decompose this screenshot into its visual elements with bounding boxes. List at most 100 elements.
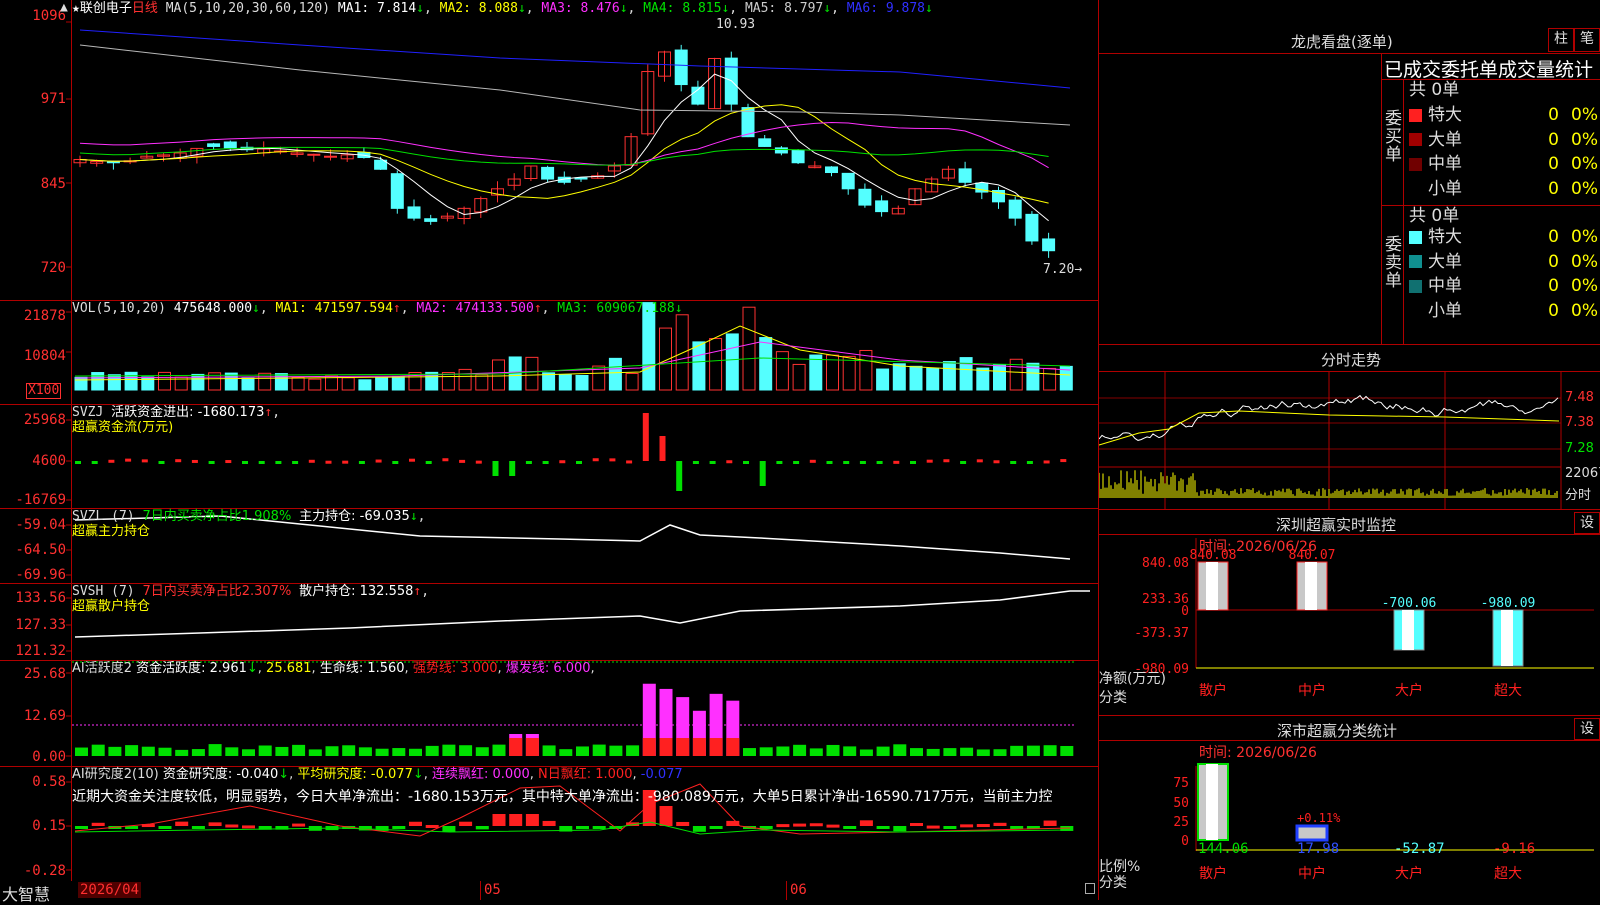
research-bar <box>492 814 506 826</box>
outflow-bar <box>392 461 399 464</box>
outflow-bar <box>292 461 299 464</box>
research-bar <box>776 824 790 828</box>
activity-bar <box>943 748 957 756</box>
activity-bar <box>843 746 857 756</box>
order-type-label: 大单 <box>1428 129 1462 150</box>
activity-bar-base <box>509 738 523 756</box>
bar-value: 840.08 <box>1190 548 1237 563</box>
inflow-bar <box>459 459 466 463</box>
high-price-mark: 10.93 <box>716 17 756 32</box>
inflow-bar <box>642 413 649 461</box>
y-tick: 127.33 <box>15 617 66 633</box>
inflow-bar <box>375 459 382 463</box>
scroll-up-icon[interactable]: ▲ <box>60 0 68 15</box>
y-tick: 0.00 <box>32 749 66 765</box>
research-bar <box>826 824 840 828</box>
activity-bar <box>258 745 272 756</box>
ma5-line <box>79 44 1071 126</box>
volume-bar <box>158 371 171 391</box>
bar-value: -700.06 <box>1382 596 1437 611</box>
activity-bar <box>993 749 1007 756</box>
activity-bar-base <box>692 738 706 756</box>
ai-active-panel[interactable]: 25.68 12.69 0.00 AI活跃度2 资金活跃度: 2.961↓, 2… <box>0 660 1098 767</box>
y-tick: -373.37 <box>1134 626 1189 641</box>
candle-down <box>858 188 872 206</box>
y-tick: 133.56 <box>15 590 66 606</box>
inflow-bar <box>893 460 900 464</box>
outflow-bar <box>208 461 215 464</box>
ai-research-panel[interactable]: 0.58 0.15 -0.28 AI研究度2(10) 资金研究度: -0.040… <box>0 766 1098 882</box>
inflow-bar <box>1043 460 1050 464</box>
research-bar <box>459 821 473 826</box>
buy-side-label: 委买单 <box>1385 109 1402 165</box>
activity-bar <box>308 749 322 756</box>
order-type-label: 特大 <box>1428 105 1462 125</box>
order-percent: 0% <box>1571 154 1598 174</box>
svzj-subtitle: 超赢资金流(万元) <box>72 420 174 435</box>
legend-swatch <box>1409 304 1422 317</box>
volume-bar <box>709 338 723 391</box>
research-bar <box>793 823 807 827</box>
outflow-bar <box>525 461 532 464</box>
volume-bar <box>1043 367 1057 391</box>
period-label[interactable]: 日线 <box>132 1 158 16</box>
candlestick-panel[interactable]: 1096 971 845 720 ▲ ★联创电子日线 MA(5,10,20,30… <box>0 0 1098 301</box>
order-row-大单: 大单 0 0% <box>1409 251 1598 273</box>
order-count: 0 <box>1548 129 1559 150</box>
svsh-panel[interactable]: 133.56 127.33 121.32 SVSH (7) 7日内买卖净占比2.… <box>0 583 1098 661</box>
outflow-bar <box>843 461 850 464</box>
candle-up <box>324 155 337 158</box>
candlestick-chart[interactable] <box>0 0 1098 300</box>
inflow-bar <box>993 460 1000 464</box>
order-type-label: 中单 <box>1428 154 1462 174</box>
inflow-bar <box>225 460 232 464</box>
date-label: 06 <box>790 882 807 898</box>
ma2-line <box>79 104 1049 204</box>
outflow-bar <box>776 461 783 464</box>
order-row-特大: 特大 0 0% <box>1409 104 1598 126</box>
legend-swatch <box>1409 133 1422 146</box>
activity-bar <box>475 747 489 756</box>
y-tick: -59.04 <box>15 517 66 533</box>
intraday-panel[interactable]: 分时走势 7.48 7.38 7.28 22067 分时 <box>1099 345 1600 510</box>
outflow-bar <box>876 461 883 464</box>
inflow-bar <box>609 458 616 462</box>
outflow-bar <box>960 461 967 464</box>
activity-bar <box>592 744 606 756</box>
ma4-value: MA4: 8.815 <box>643 1 722 16</box>
ratio-bar-highlight <box>1206 764 1218 840</box>
volume-bar <box>993 364 1006 391</box>
outflow-bar <box>910 461 916 464</box>
intraday-corner-label: 分时 <box>1565 488 1592 503</box>
stock-name[interactable]: 联创电子 <box>80 1 132 16</box>
volume-panel[interactable]: 21878 10804 X100 VOL(5,10,20) 475648.000… <box>0 300 1098 405</box>
lock-icon[interactable] <box>1085 883 1095 894</box>
order-stats-panel: 龙虎看盘(逐单) 柱 笔 已成交委托单成交量统计 委买单 委卖单 共 0单 共 … <box>1099 0 1600 345</box>
svzj-panel[interactable]: 25968 4600 -16769 SVZJ 活跃资金进出: -1680.173… <box>0 404 1098 509</box>
activity-bar <box>1060 745 1074 756</box>
ma6-value: MA6: 9.878 <box>846 1 925 16</box>
intraday-chart[interactable] <box>1099 345 1600 510</box>
activity-bar <box>275 746 289 756</box>
inflow-bar <box>325 460 332 464</box>
volume-bar <box>458 368 472 391</box>
order-count: 0 <box>1548 300 1559 321</box>
y-tick: 21878 <box>23 308 66 324</box>
ai-research-chart[interactable] <box>0 766 1098 881</box>
order-row-小单: 小单 0 0% <box>1409 300 1598 322</box>
category-label: 超大 <box>1494 866 1522 882</box>
research-bar <box>191 826 205 829</box>
bar-mode-button[interactable]: 柱 <box>1548 28 1574 52</box>
tick-mode-button[interactable]: 笔 <box>1574 28 1600 52</box>
order-count: 0 <box>1548 178 1559 199</box>
svzl-panel[interactable]: -59.04 -64.50 -69.96 SVZL (7) 7日内买卖净占比1.… <box>0 508 1098 584</box>
activity-bar <box>325 746 339 756</box>
outflow-bar <box>91 461 98 464</box>
ratio-bar <box>1295 824 1329 842</box>
y-tick: 840.08 <box>1142 556 1189 571</box>
volume-bar <box>1009 358 1023 391</box>
research-bar <box>576 826 589 830</box>
research-commentary: 近期大资金关注度较低，明显弱势，今日大单净流出：-1680.153万元，其中特大… <box>72 789 1053 805</box>
inflow-bar <box>943 459 950 463</box>
activity-bar <box>809 748 823 756</box>
